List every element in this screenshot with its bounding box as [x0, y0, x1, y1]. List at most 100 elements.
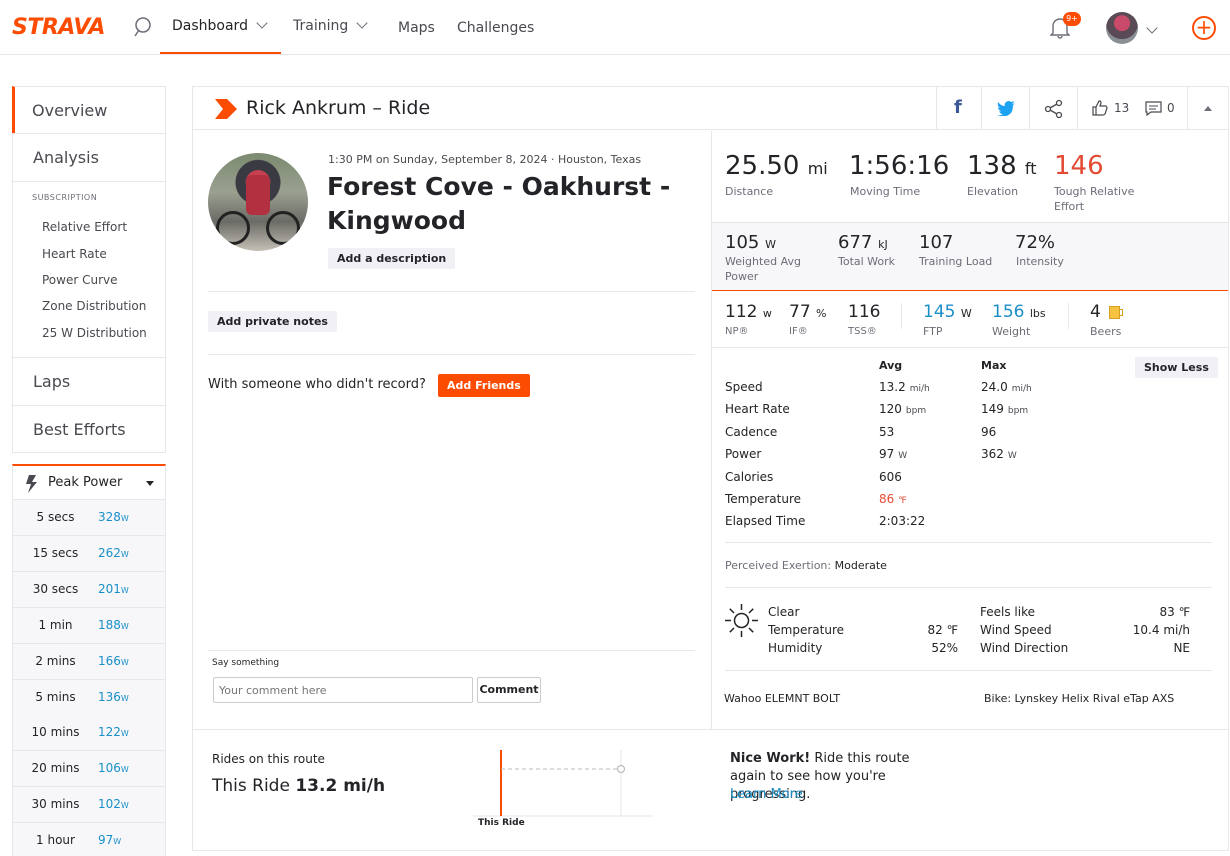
- detail-avg: 120 bpm: [879, 402, 927, 417]
- peak-power-duration: 20 mins: [31, 761, 80, 776]
- activity-name[interactable]: Forest Cove - Oakhurst - Kingwood: [327, 170, 687, 238]
- stat-np: 112 w: [725, 302, 772, 322]
- add-private-notes-button[interactable]: Add private notes: [208, 311, 337, 332]
- peak-power-value: 102W: [98, 797, 129, 812]
- chart-this-ride-label: This Ride: [478, 818, 525, 828]
- wind-speed: 10.4 mi/h: [1132, 623, 1190, 637]
- sidebar-item-power-curve[interactable]: Power Curve: [42, 273, 118, 287]
- peak-power-value: 328W: [98, 510, 129, 524]
- strava-logo[interactable]: STRAVA: [12, 15, 105, 40]
- peak-power-duration: 10 mins: [31, 725, 80, 740]
- facebook-share-button[interactable]: f: [936, 87, 981, 130]
- comment-count: 0: [1167, 101, 1175, 115]
- nav-dashboard[interactable]: Dashboard: [172, 17, 268, 34]
- peak-power-row: 5 mins 136W: [12, 679, 166, 716]
- stat-ftp[interactable]: 145 W: [923, 302, 972, 322]
- sidebar-analysis[interactable]: Analysis: [12, 133, 166, 181]
- stat-elevation: 138 ft: [967, 151, 1037, 181]
- stat-ftp-label: FTP: [923, 325, 943, 338]
- user-avatar[interactable]: [1106, 12, 1138, 44]
- add-plus-icon[interactable]: +: [1192, 16, 1216, 40]
- athlete-avatar[interactable]: [208, 153, 308, 251]
- sidebar-best-efforts[interactable]: Best Efforts: [12, 405, 166, 453]
- stat-weight[interactable]: 156 lbs: [992, 302, 1046, 322]
- peak-power-row: 30 secs 201W: [12, 571, 166, 608]
- peak-power-value: 106W: [98, 761, 129, 776]
- sidebar-item-25w-distribution[interactable]: 25 W Distribution: [42, 326, 147, 340]
- share-button[interactable]: [1029, 87, 1077, 130]
- detail-avg: 606: [879, 469, 902, 484]
- search-icon[interactable]: [132, 16, 154, 38]
- stat-intensity: 72%: [1015, 232, 1056, 253]
- stat-relative-effort-label: Tough Relative Effort: [1054, 185, 1135, 213]
- chevron-down-icon: [356, 17, 368, 29]
- sun-icon: [725, 604, 758, 637]
- peak-power-value: 166W: [98, 653, 129, 668]
- sidebar-item-relative-effort[interactable]: Relative Effort: [42, 220, 127, 234]
- stat-if-label: IF®: [789, 326, 808, 337]
- share-icon: [1044, 99, 1063, 119]
- stat-if: 77 %: [789, 302, 827, 322]
- detail-max: 96: [981, 424, 997, 439]
- divider: [725, 587, 1212, 588]
- weather-temperature: 82 ℉: [927, 623, 958, 637]
- learn-more-link[interactable]: Learn More: [730, 787, 803, 802]
- comment-input[interactable]: [213, 677, 473, 703]
- divider: [208, 291, 695, 292]
- feels-like: 83 ℉: [1159, 605, 1190, 619]
- detail-max: 149 bpm: [981, 402, 1029, 417]
- wind-speed-label: Wind Speed: [980, 623, 1052, 637]
- ride-chevron-icon: [215, 99, 237, 119]
- nav-challenges[interactable]: Challenges: [457, 20, 534, 36]
- add-friends-button[interactable]: Add Friends: [438, 374, 530, 397]
- stat-intensity-label: Intensity: [1016, 255, 1064, 268]
- nav-training[interactable]: Training: [293, 17, 368, 34]
- max-header: Max: [981, 359, 1007, 372]
- caret-down-icon: [146, 481, 154, 486]
- speed-point: [616, 764, 626, 774]
- kudos-count: 13: [1114, 101, 1130, 115]
- weather-condition: Clear: [768, 605, 800, 619]
- peak-power-duration: 1 min: [38, 617, 73, 632]
- detail-max: 362 W: [981, 447, 1017, 462]
- wind-direction: NE: [1173, 641, 1190, 655]
- stat-weight-label: Weight: [992, 325, 1031, 338]
- nav-maps[interactable]: Maps: [398, 20, 435, 36]
- subscription-label: SUBSCRIPTION: [32, 193, 98, 202]
- bike-name[interactable]: Bike: Lynskey Helix Rival eTap AXS: [984, 692, 1174, 705]
- show-less-button[interactable]: Show Less: [1135, 357, 1218, 378]
- detail-label: Speed: [725, 380, 763, 394]
- stat-training-load-label: Training Load: [919, 255, 993, 268]
- peak-power-dropdown[interactable]: Peak Power: [12, 464, 166, 500]
- stat-elevation-label: Elevation: [967, 185, 1019, 198]
- stat-training-load: 107: [919, 232, 954, 253]
- comments-button[interactable]: 0: [1137, 87, 1187, 130]
- sidebar-overview[interactable]: Overview: [12, 86, 166, 133]
- activity-header-title: Rick Ankrum – Ride: [246, 97, 431, 119]
- detail-avg: 2:03:22: [879, 514, 926, 529]
- wind-direction-label: Wind Direction: [980, 641, 1069, 655]
- kudos-button[interactable]: 13: [1077, 87, 1137, 130]
- stat-relative-effort[interactable]: 146: [1054, 151, 1104, 181]
- stat-weighted-power: 105 W: [725, 232, 776, 253]
- detail-avg: 13.2 mi/h: [879, 380, 930, 394]
- avatar-chevron-down-icon[interactable]: [1146, 20, 1158, 39]
- collapse-button[interactable]: [1187, 87, 1228, 130]
- divider: [725, 670, 1212, 671]
- comment-icon: [1145, 101, 1162, 116]
- stat-beers: 4: [1090, 302, 1101, 322]
- sidebar-item-heart-rate[interactable]: Heart Rate: [42, 247, 107, 261]
- sidebar-laps[interactable]: Laps: [12, 357, 166, 405]
- device-name: Wahoo ELEMNT BOLT: [724, 692, 841, 705]
- detail-label: Heart Rate: [725, 402, 790, 417]
- add-description-button[interactable]: Add a description: [328, 248, 456, 269]
- stat-moving-time-label: Moving Time: [850, 185, 921, 198]
- peak-power-value: 122W: [98, 725, 129, 740]
- detail-avg: 86 ℉: [879, 492, 907, 506]
- thumbs-up-icon: [1092, 100, 1108, 116]
- sidebar-item-zone-distribution[interactable]: Zone Distribution: [42, 299, 146, 313]
- detail-label: Power: [725, 447, 762, 462]
- comment-submit-button[interactable]: Comment: [477, 677, 541, 703]
- this-ride-speed: This Ride 13.2 mi/h: [212, 776, 386, 796]
- twitter-share-button[interactable]: [981, 87, 1029, 130]
